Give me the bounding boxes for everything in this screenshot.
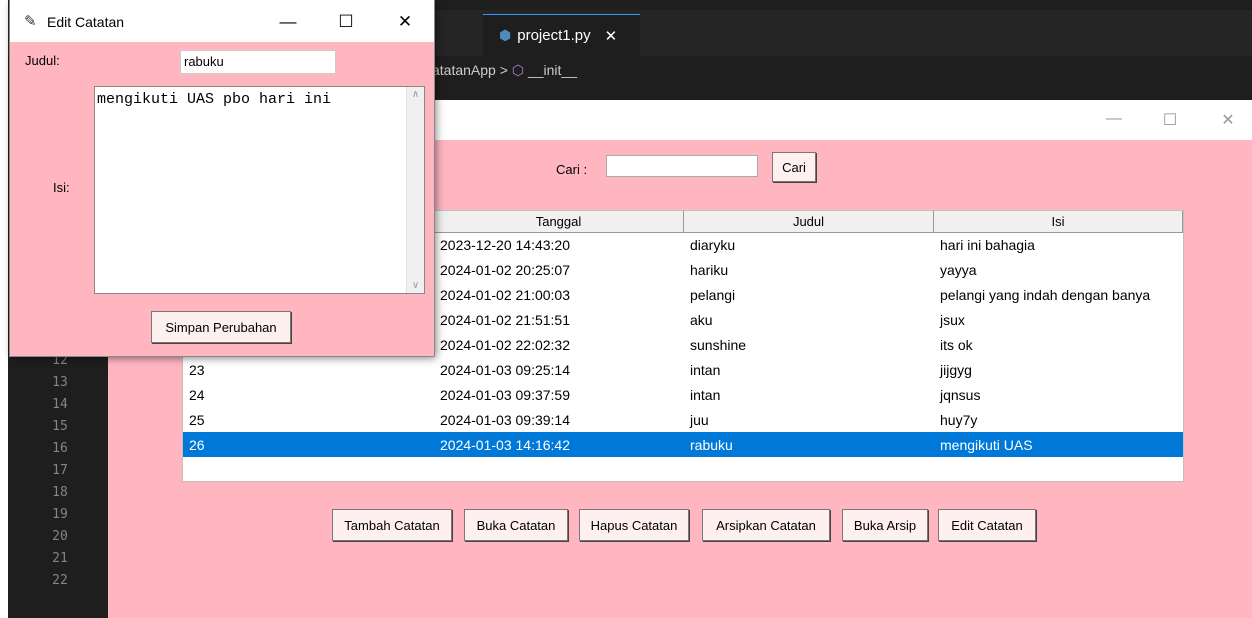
editor-tab-label: project1.py [517, 27, 591, 44]
cell-tanggal: 2023-12-20 14:43:20 [440, 236, 570, 253]
judul-label: Judul: [25, 53, 60, 68]
table-row[interactable]: 24 2024-01-03 09:37:59 intan jqnsus [183, 382, 1183, 407]
isi-textarea[interactable]: mengikuti UAS pbo hari ini ∧ ∨ [94, 86, 425, 294]
line-number: 20 [52, 529, 68, 544]
breadcrumb-method[interactable]: __init__ [528, 62, 577, 78]
column-header-tanggal[interactable]: Tanggal [434, 211, 684, 232]
cell-judul: hariku [690, 261, 729, 278]
open-note-button[interactable]: Buka Catatan [464, 509, 568, 541]
isi-scrollbar[interactable]: ∧ ∨ [406, 87, 424, 293]
python-file-icon: ⬢ [499, 27, 512, 43]
tab-close-icon[interactable]: ✕ [605, 27, 618, 45]
save-changes-button[interactable]: Simpan Perubahan [151, 311, 291, 343]
cell-tanggal: 2024-01-02 22:02:32 [440, 336, 570, 353]
line-number: 13 [52, 375, 68, 390]
isi-label: Isi: [53, 180, 70, 195]
cell-tanggal: 2024-01-03 14:16:42 [440, 436, 570, 453]
cell-judul: juu [690, 411, 709, 428]
maximize-icon[interactable]: ☐ [1160, 110, 1180, 130]
scroll-up-arrow-icon[interactable]: ∧ [407, 89, 424, 100]
archive-note-button[interactable]: Arsipkan Catatan [702, 509, 830, 541]
cell-tanggal: 2024-01-03 09:25:14 [440, 361, 570, 378]
open-archive-button[interactable]: Buka Arsip [842, 509, 928, 541]
method-cube-icon: ⬡ [511, 62, 525, 78]
cell-tanggal: 2024-01-02 20:25:07 [440, 261, 570, 278]
breadcrumb-separator: > [499, 62, 508, 78]
judul-input[interactable]: rabuku [180, 50, 336, 74]
column-header-judul[interactable]: Judul [684, 211, 934, 232]
table-row[interactable]: 23 2024-01-03 09:25:14 intan jijgyg [183, 357, 1183, 382]
add-note-button[interactable]: Tambah Catatan [332, 509, 452, 541]
cell-tanggal: 2024-01-03 09:39:14 [440, 411, 570, 428]
minimize-icon[interactable]: — [1104, 110, 1124, 128]
line-number: 17 [52, 463, 68, 478]
line-number: 21 [52, 551, 68, 566]
scroll-down-arrow-icon[interactable]: ∨ [407, 280, 424, 291]
cell-tanggal: 2024-01-02 21:51:51 [440, 311, 570, 328]
cell-isi: jqnsus [940, 386, 981, 403]
cell-isi: pelangi yang indah dengan banya [940, 286, 1151, 303]
cell-isi: its ok [940, 336, 973, 353]
close-icon[interactable]: ✕ [394, 12, 416, 32]
breadcrumb-class[interactable]: atatanApp [432, 62, 496, 78]
cell-isi: jijgyg [940, 361, 972, 378]
line-number: 22 [52, 573, 68, 588]
cell-tanggal: 2024-01-03 09:37:59 [440, 386, 570, 403]
cell-tanggal: 2024-01-02 21:00:03 [440, 286, 570, 303]
search-button[interactable]: Cari [772, 152, 816, 182]
line-number: 15 [52, 419, 68, 434]
line-number: 14 [52, 397, 68, 412]
line-number: 18 [52, 485, 68, 500]
cell-id: 24 [189, 386, 205, 403]
close-icon[interactable]: ✕ [1218, 110, 1238, 130]
cell-judul: diaryku [690, 236, 736, 253]
isi-text-content: mengikuti UAS pbo hari ini [97, 91, 332, 108]
line-number: 16 [52, 441, 68, 456]
cell-id: 23 [189, 361, 205, 378]
line-number-gutter: 12 13 14 15 16 17 18 19 20 21 22 [30, 350, 90, 592]
breadcrumb: atatanApp > ⬡ __init__ [432, 62, 577, 79]
cell-isi: jsux [940, 311, 965, 328]
cell-judul: pelangi [690, 286, 736, 303]
table-row[interactable]: 25 2024-01-03 09:39:14 juu huy7y [183, 407, 1183, 432]
cell-isi: hari ini bahagia [940, 236, 1035, 253]
dialog-titlebar: ✎ Edit Catatan — ☐ ✕ [10, 0, 434, 42]
editor-tab-project1[interactable]: ⬢ project1.py ✕ [483, 14, 640, 56]
search-label: Cari : [556, 162, 588, 177]
delete-note-button[interactable]: Hapus Catatan [579, 509, 689, 541]
edit-note-dialog: ✎ Edit Catatan — ☐ ✕ Judul: rabuku Isi: … [10, 0, 434, 356]
edit-note-button[interactable]: Edit Catatan [938, 509, 1036, 541]
cell-judul: intan [690, 361, 721, 378]
cell-id: 25 [189, 411, 205, 428]
line-number: 19 [52, 507, 68, 522]
cell-judul: intan [690, 386, 721, 403]
cell-id: 26 [189, 436, 205, 453]
dialog-title: Edit Catatan [47, 14, 125, 30]
column-header-isi[interactable]: Isi [934, 211, 1183, 232]
cell-isi: yayya [940, 261, 977, 278]
minimize-icon[interactable]: — [277, 12, 299, 32]
cell-judul: rabuku [690, 436, 733, 453]
maximize-icon[interactable]: ☐ [335, 12, 357, 32]
cell-judul: sunshine [690, 336, 747, 353]
table-row[interactable]: 26 2024-01-03 14:16:42 rabuku mengikuti UAS [183, 432, 1183, 457]
cell-isi: mengikuti UAS [940, 436, 1033, 453]
feather-icon: ✎ [24, 13, 37, 30]
cell-judul: aku [690, 311, 713, 328]
search-input[interactable] [606, 155, 758, 177]
cell-isi: huy7y [940, 411, 978, 428]
